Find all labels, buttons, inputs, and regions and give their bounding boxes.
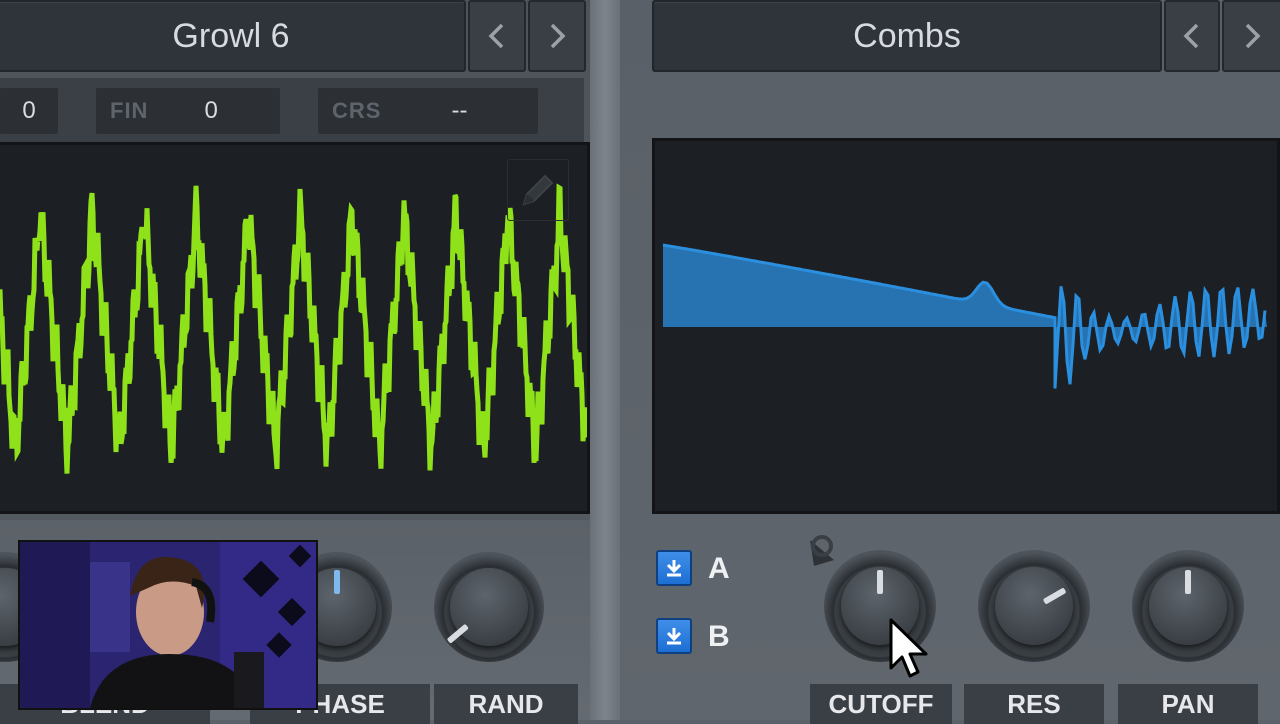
webcam-overlay bbox=[18, 540, 318, 710]
waveform-display[interactable] bbox=[0, 142, 590, 514]
res-knob-cap bbox=[995, 567, 1073, 645]
filter-panel: Combs A B CUTOFF RES PAN bbox=[620, 0, 1280, 724]
filter-response-display[interactable] bbox=[652, 138, 1280, 514]
route-a-button[interactable] bbox=[656, 550, 692, 586]
cutoff-label: CUTOFF bbox=[810, 684, 952, 724]
pan-knob[interactable] bbox=[1132, 550, 1244, 662]
pan-label: PAN bbox=[1118, 684, 1258, 724]
oscillator-prev-preset-button[interactable] bbox=[468, 0, 526, 72]
semi-param[interactable]: 0 bbox=[0, 88, 58, 134]
waveform-line bbox=[0, 183, 587, 474]
filter-preset-name: Combs bbox=[853, 16, 961, 55]
chevron-left-icon bbox=[488, 23, 504, 49]
down-arrow-icon bbox=[666, 560, 682, 577]
rand-knob[interactable] bbox=[434, 552, 544, 662]
semi-value: 0 bbox=[22, 97, 36, 124]
oscillator-next-preset-button[interactable] bbox=[528, 0, 586, 72]
res-label: RES bbox=[964, 684, 1104, 724]
fine-value: 0 bbox=[204, 97, 218, 124]
mod-link-icon[interactable] bbox=[804, 530, 844, 570]
pan-knob-indicator bbox=[1185, 570, 1191, 594]
coarse-param[interactable]: CRS -- bbox=[318, 88, 538, 134]
filter-preset-display[interactable]: Combs bbox=[652, 0, 1162, 72]
fine-label: FIN bbox=[110, 98, 149, 123]
oscillator-preset-name: Growl 6 bbox=[172, 16, 290, 55]
cutoff-knob-indicator bbox=[877, 570, 883, 594]
fine-param[interactable]: FIN 0 bbox=[96, 88, 280, 134]
waveform-graph bbox=[0, 183, 587, 474]
route-a-label: A bbox=[708, 552, 730, 585]
mouse-cursor-icon bbox=[889, 618, 928, 678]
chevron-left-icon bbox=[1183, 23, 1199, 49]
route-b-button[interactable] bbox=[656, 618, 692, 654]
filter-curve-fill bbox=[663, 245, 1267, 389]
filter-curve-graph bbox=[662, 243, 1267, 389]
streamer-video-image bbox=[20, 542, 316, 708]
down-arrow-icon bbox=[666, 628, 682, 645]
chevron-right-icon bbox=[1245, 23, 1261, 49]
coarse-value: -- bbox=[451, 97, 468, 124]
coarse-label: CRS bbox=[332, 98, 382, 123]
res-knob[interactable] bbox=[978, 550, 1090, 662]
route-b-label: B bbox=[708, 620, 730, 653]
filter-next-preset-button[interactable] bbox=[1222, 0, 1280, 72]
phase-knob-indicator bbox=[334, 570, 340, 594]
oscillator-preset-display[interactable]: Growl 6 bbox=[0, 0, 466, 72]
chevron-right-icon bbox=[550, 23, 566, 49]
panel-divider bbox=[590, 0, 620, 720]
rand-label: RAND bbox=[434, 684, 578, 724]
edit-waveform-button[interactable] bbox=[507, 159, 569, 221]
filter-prev-preset-button[interactable] bbox=[1164, 0, 1220, 72]
pencil-icon bbox=[522, 174, 554, 206]
